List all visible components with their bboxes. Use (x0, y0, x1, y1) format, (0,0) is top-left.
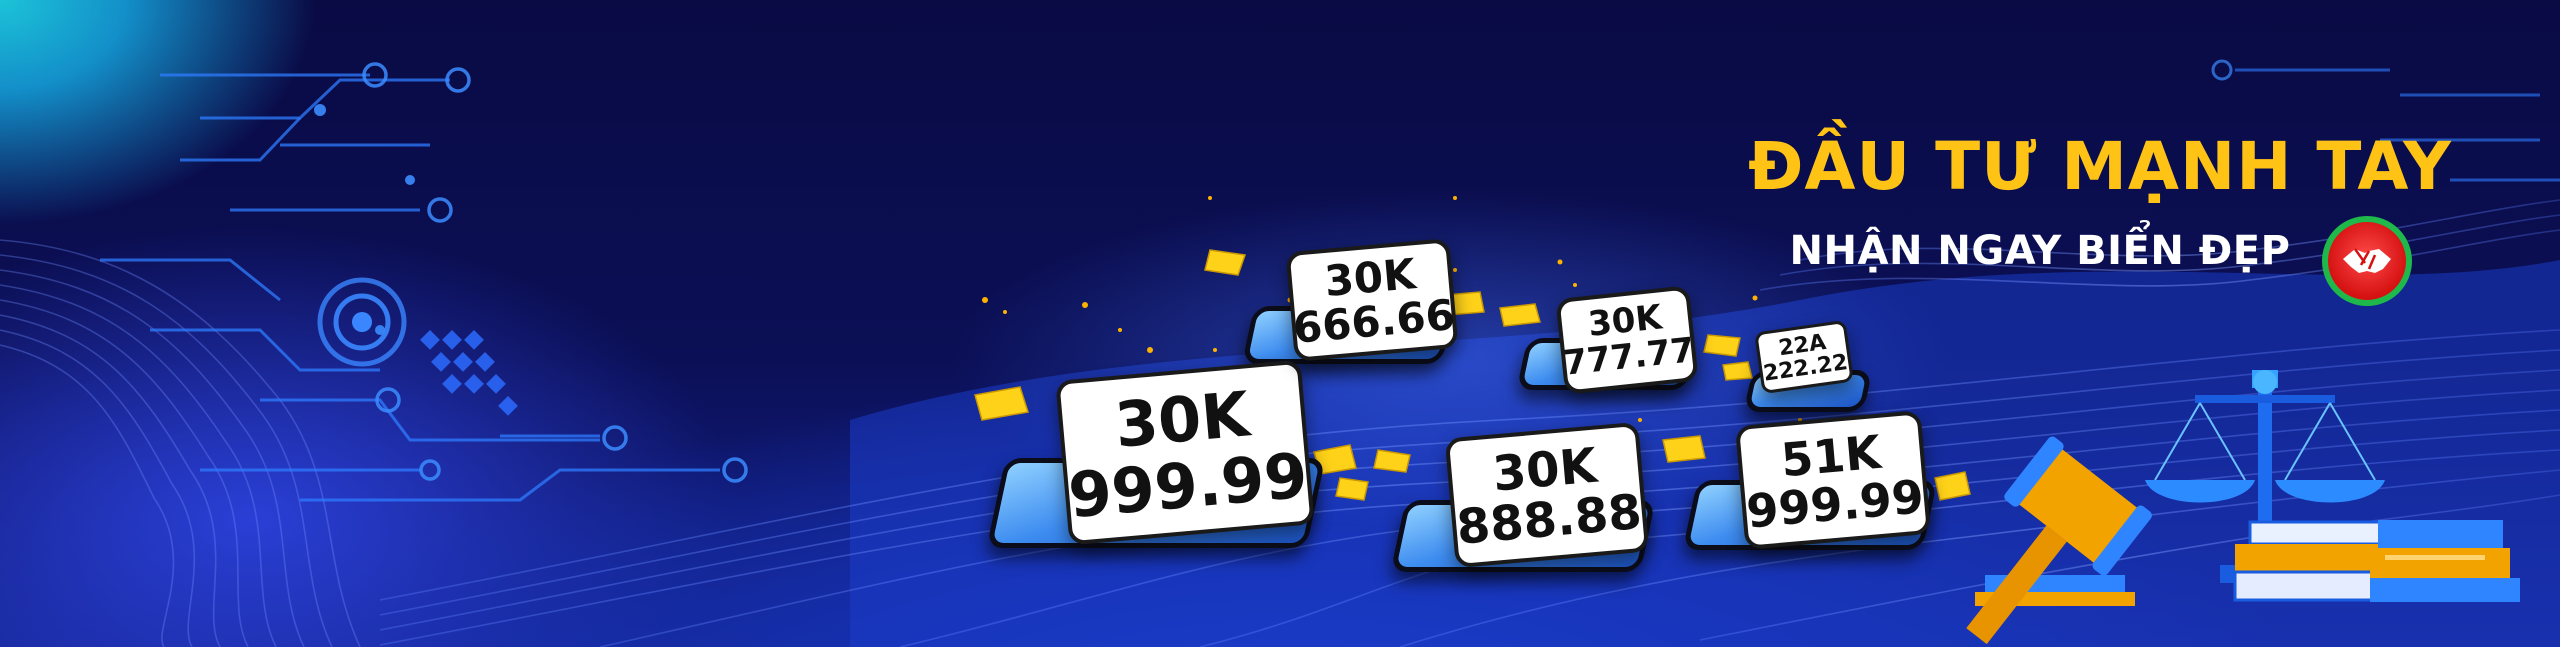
plate-number: 777.77 (1561, 330, 1697, 384)
handshake-icon (2343, 248, 2391, 273)
left-wave-lines (0, 239, 361, 647)
handshake-badge (2322, 216, 2412, 306)
license-plate: 30K 777.77 (1555, 285, 1699, 395)
license-plate: 51K 999.99 (1734, 410, 1932, 550)
hero-banner: 30K 999.99 30K 666.66 30K 777.77 22A 222… (0, 0, 2560, 647)
license-plate: 30K 666.66 (1285, 238, 1459, 362)
books (2233, 520, 2520, 602)
license-plate: 30K 888.88 (1444, 421, 1650, 569)
license-plate: 22A 222.22 (1754, 319, 1854, 395)
license-plate: 30K 999.99 (1055, 359, 1315, 546)
plate-number: 888.88 (1454, 483, 1644, 556)
plate-number: 999.99 (1065, 438, 1311, 532)
plate-number: 666.66 (1291, 289, 1457, 353)
target-rings (317, 277, 407, 367)
circuit-nodes (362, 62, 748, 483)
diamond-grid (420, 330, 518, 416)
headline: ĐẦU TƯ MẠNH TAY (1748, 128, 2452, 205)
plate-number: 999.99 (1744, 469, 1926, 539)
plate-number: 222.22 (1761, 350, 1850, 387)
subheadline: NHẬN NGAY BIỂN ĐẸP (1789, 228, 2291, 274)
